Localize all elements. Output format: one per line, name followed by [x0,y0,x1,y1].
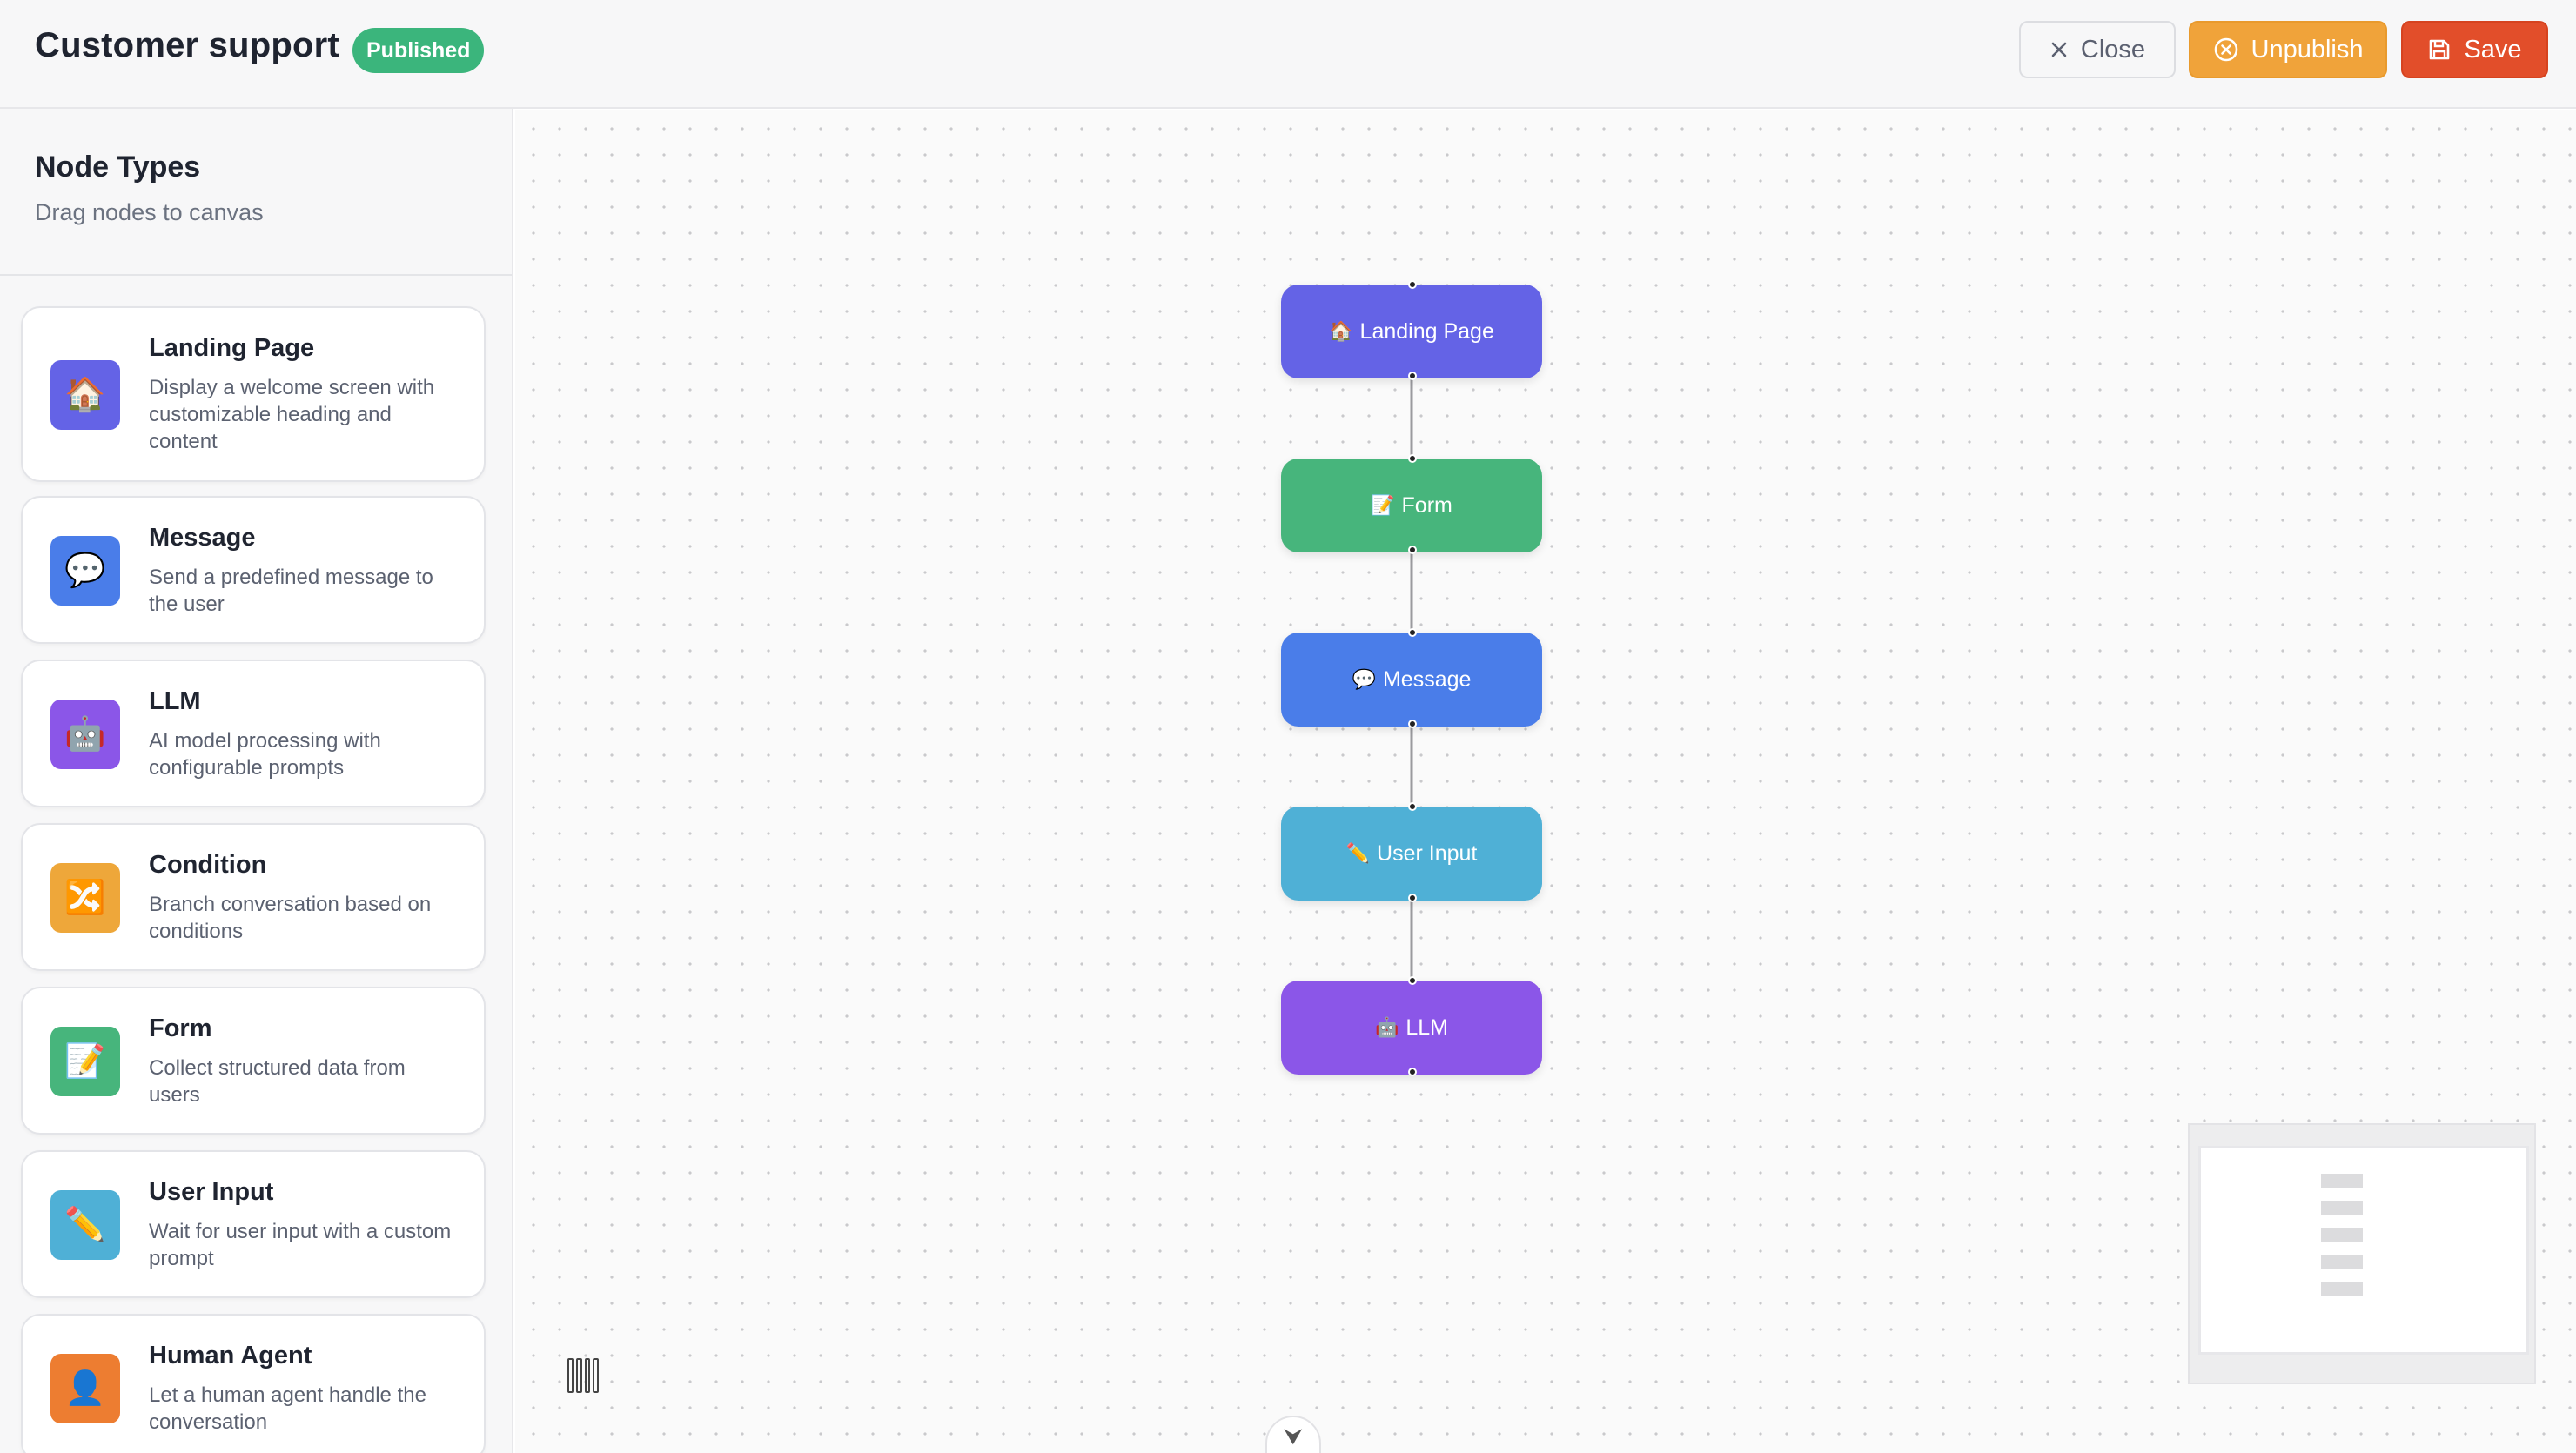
node-types-sidebar: Node Types Drag nodes to canvas 🏠 Landin… [0,109,513,1453]
unpublish-button-label: Unpublish [2251,35,2364,64]
node-type-message[interactable]: 💬 Message Send a predefined message to t… [21,496,486,644]
node-type-user-input[interactable]: ✏️ User Input Wait for user input with a… [21,1150,486,1298]
flow-node-label: Landing Page [1359,318,1494,344]
minimap[interactable] [2188,1123,2536,1384]
minimap-viewport [2198,1146,2529,1355]
flow-editor: Customer support Published Close Unpubli… [0,0,2576,1453]
flow-node-message[interactable]: 💬 Message [1281,633,1542,726]
node-type-llm[interactable]: 🤖 LLM AI model processing with configura… [21,660,486,807]
node-type-title: User Input [149,1178,274,1206]
pencil-icon: ✏️ [1345,842,1371,864]
shuffle-icon: 🔀 [50,863,120,933]
close-icon [2049,40,2069,59]
memo-icon: 📝 [1371,494,1395,516]
unpublish-button[interactable]: Unpublish [2189,21,2387,78]
node-handle-target[interactable] [1408,976,1417,985]
sidebar-subtitle: Drag nodes to canvas [35,199,264,225]
node-handle-source[interactable] [1408,372,1417,380]
status-badge: Published [352,28,485,73]
node-type-description: Send a predefined message to the user [149,566,433,616]
node-type-title: LLM [149,687,201,715]
flow-node-user-input[interactable]: ✏️ User Input [1281,807,1542,901]
person-icon: 👤 [50,1354,120,1423]
minimap-node [2321,1228,2363,1242]
house-icon: 🏠 [50,360,120,430]
node-type-description: AI model processing with configurable pr… [149,729,381,780]
speech-bubble-icon: 💬 [50,536,120,606]
node-handle-source[interactable] [1408,546,1417,554]
flow-node-llm[interactable]: 🤖 LLM [1281,981,1542,1075]
save-button-label: Save [2464,35,2522,64]
memo-icon: 📝 [50,1027,120,1096]
flow-node-label: LLM [1405,1014,1449,1040]
node-type-description: Collect structured data from users [149,1056,406,1107]
speech-bubble-icon: 💬 [1352,668,1376,690]
robot-icon: 🤖 [1374,1016,1399,1038]
node-type-human-agent[interactable]: 👤 Human Agent Let a human agent handle t… [21,1314,486,1453]
top-bar: Customer support Published Close Unpubli… [0,0,2576,109]
node-type-description: Branch conversation based on conditions [149,893,432,943]
pencil-icon: ✏️ [50,1190,120,1260]
flow-node-label: Form [1401,492,1452,518]
node-type-title: Human Agent [149,1342,312,1369]
house-icon: 🏠 [1329,320,1353,342]
flow-node-label: Message [1382,666,1472,692]
sidebar-header: Node Types Drag nodes to canvas [0,109,512,276]
node-type-title: Landing Page [149,334,315,362]
minimap-node [2321,1282,2363,1296]
flow-node-landing-page[interactable]: 🏠 Landing Page [1281,285,1542,378]
save-button[interactable]: Save [2401,21,2548,78]
page-title: Customer support [35,26,339,64]
node-handle-target[interactable] [1408,454,1417,463]
minimap-node [2321,1174,2363,1188]
node-type-description: Display a welcome screen with customizab… [149,376,435,453]
node-handle-source[interactable] [1408,1068,1417,1076]
circle-x-icon [2213,37,2239,63]
node-handle-target[interactable] [1408,628,1417,637]
node-type-title: Form [149,1014,212,1042]
node-handle-target[interactable] [1408,280,1417,289]
flow-node-label: User Input [1377,840,1478,866]
close-button-label: Close [2080,35,2146,64]
node-handle-target[interactable] [1408,802,1417,811]
node-type-landing-page[interactable]: 🏠 Landing Page Display a welcome screen … [21,306,486,482]
floppy-disk-icon [2427,37,2452,62]
node-type-form[interactable]: 📝 Form Collect structured data from user… [21,987,486,1135]
node-type-title: Message [149,524,256,552]
node-handle-source[interactable] [1408,894,1417,902]
node-type-condition[interactable]: 🔀 Condition Branch conversation based on… [21,823,486,971]
minimap-node [2321,1255,2363,1269]
node-type-description: Let a human agent handle the conversatio… [149,1383,426,1434]
minimap-node [2321,1201,2363,1215]
node-type-description: Wait for user input with a custom prompt [149,1220,452,1270]
canvas-controls-icon[interactable] [567,1358,599,1393]
robot-icon: 🤖 [50,700,120,769]
flow-node-form[interactable]: 📝 Form [1281,459,1542,552]
flow-canvas[interactable]: 🏠 Landing Page 📝 Form 💬 Message ✏️ User … [515,110,2576,1453]
node-handle-source[interactable] [1408,720,1417,728]
close-button[interactable]: Close [2019,21,2176,78]
node-type-title: Condition [149,851,267,879]
sidebar-title: Node Types [35,151,201,184]
